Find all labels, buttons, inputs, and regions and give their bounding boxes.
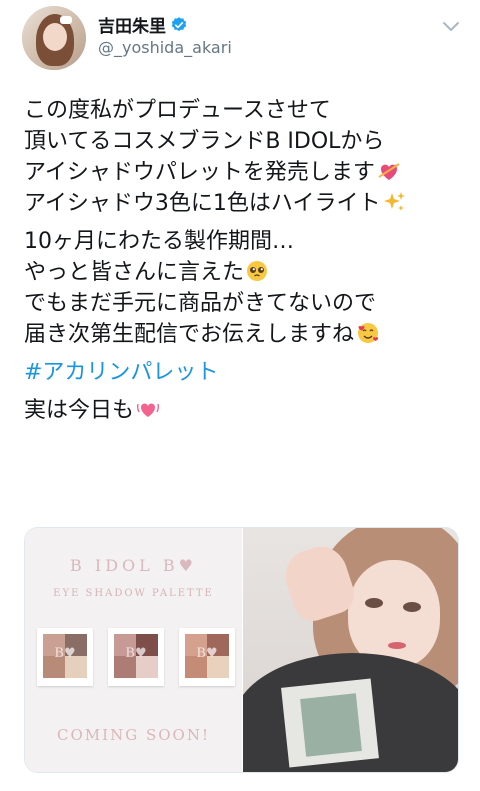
eyeshadow-palette: B♥ bbox=[108, 628, 164, 686]
tweet-line-text: やっと皆さんに言えた bbox=[24, 260, 245, 285]
tweet-paragraph-1: この度私がプロデュースさせて 頂いてるコスメブランドB IDOLから アイシャド… bbox=[24, 95, 464, 219]
tweet-line-text: アイシャドウパレットを発売します bbox=[24, 160, 375, 185]
growing-heart-icon bbox=[136, 403, 160, 417]
tweet-line-text: アイシャドウ3色に1色はハイライト bbox=[24, 191, 381, 216]
heart-with-arrow-icon bbox=[378, 163, 400, 180]
selfie-photo[interactable] bbox=[243, 528, 458, 772]
eyeshadow-palette: B♥ bbox=[179, 628, 235, 686]
tweet-paragraph-3: #アカリンパレット bbox=[24, 357, 464, 388]
chevron-down-icon[interactable] bbox=[440, 18, 462, 34]
avatar[interactable] bbox=[22, 6, 86, 70]
pleading-face-icon bbox=[247, 261, 268, 281]
verified-badge-icon bbox=[171, 16, 187, 31]
author-name-row[interactable]: 吉田朱里 bbox=[98, 12, 188, 37]
tweet-line-text: 実は今日も bbox=[24, 398, 135, 423]
palette-logo: B♥ bbox=[125, 646, 147, 661]
tweet-line-with-emoji: 届き次第生配信でお伝えしますね bbox=[24, 319, 464, 350]
tweet-text: この度私がプロデュースさせて 頂いてるコスメブランドB IDOLから アイシャド… bbox=[24, 95, 464, 433]
palette-subtitle: EYE SHADOW PALETTE bbox=[53, 588, 214, 599]
tweet-line: 10ヶ月にわたる製作期間… bbox=[24, 229, 294, 254]
media-grid: B IDOL B♥ EYE SHADOW PALETTE B♥ B♥ B♥ CO… bbox=[24, 527, 459, 773]
tweet-line: この度私がプロデュースさせて bbox=[24, 98, 331, 123]
promo-image[interactable]: B IDOL B♥ EYE SHADOW PALETTE B♥ B♥ B♥ CO… bbox=[25, 528, 242, 772]
author-display-name[interactable]: 吉田朱里 bbox=[98, 12, 166, 37]
tweet-line-with-emoji: やっと皆さんに言えた bbox=[24, 257, 464, 288]
tweet-line-with-emoji: アイシャドウパレットを発売します bbox=[24, 157, 464, 188]
smiling-face-with-hearts-icon bbox=[358, 323, 379, 343]
tweet-paragraph-4: 実は今日も bbox=[24, 395, 464, 426]
tweet-paragraph-2: 10ヶ月にわたる製作期間… やっと皆さんに言えた でもまだ手元に商品がきてないの… bbox=[24, 226, 464, 350]
eyeshadow-palette: B♥ bbox=[37, 628, 93, 686]
hashtag-link[interactable]: #アカリンパレット bbox=[24, 357, 464, 388]
tweet-line-with-emoji: 実は今日も bbox=[24, 395, 464, 426]
palette-logo: B♥ bbox=[196, 646, 218, 661]
tweet-line-with-emoji: アイシャドウ3色に1色はハイライト bbox=[24, 188, 464, 219]
palette-logo: B♥ bbox=[54, 646, 76, 661]
tweet-header: 吉田朱里 @_yoshida_akari bbox=[22, 6, 462, 70]
brand-title: B IDOL B♥ bbox=[70, 556, 197, 575]
tweet-line-text: 届き次第生配信でお伝えしますね bbox=[24, 322, 355, 347]
coming-soon-text: COMING SOON! bbox=[57, 726, 210, 744]
tweet-line: でもまだ手元に商品がきてないので bbox=[24, 291, 377, 316]
tweet-line: 頂いてるコスメブランドB IDOLから bbox=[24, 129, 385, 154]
author-handle[interactable]: @_yoshida_akari bbox=[98, 38, 232, 57]
eyeshadow-palettes: B♥ B♥ B♥ bbox=[37, 628, 237, 698]
sparkles-icon bbox=[384, 192, 406, 211]
